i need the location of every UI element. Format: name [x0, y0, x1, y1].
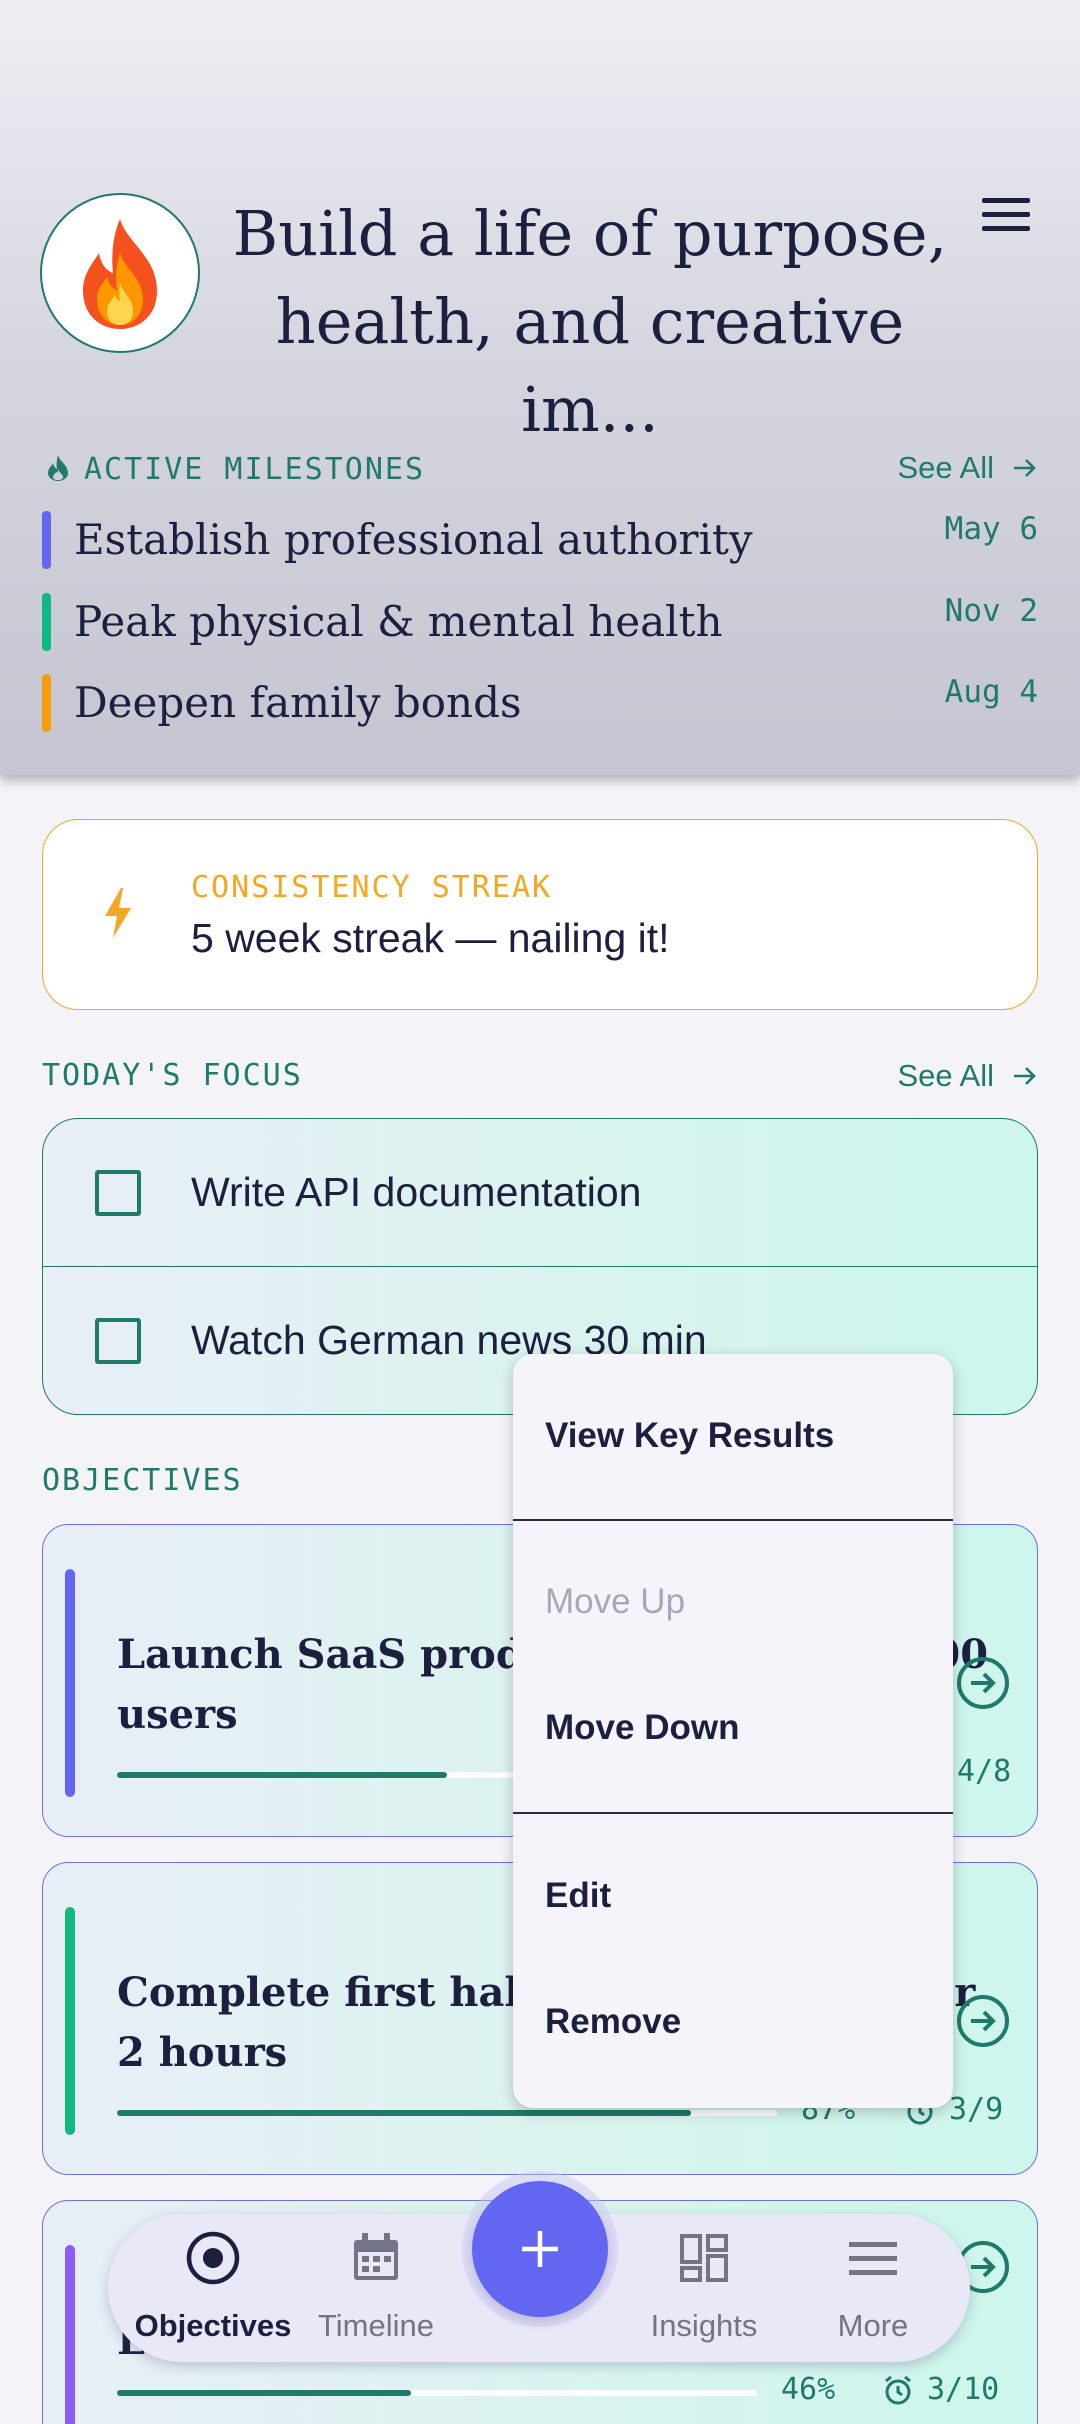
nav-label: Insights [650, 2308, 758, 2343]
menu-button[interactable] [978, 193, 1034, 237]
menu-item-move-down[interactable]: Move Down [545, 1708, 739, 1748]
milestone-color-bar [42, 511, 51, 569]
hamburger-menu-line [982, 226, 1030, 231]
flame-icon [48, 455, 68, 481]
milestone-item[interactable]: Establish professional authority May 6 [42, 511, 1038, 569]
nav-label: Objectives [134, 2308, 292, 2343]
milestones-title: ACTIVE MILESTONES [84, 452, 426, 487]
nav-label: Timeline [318, 2308, 434, 2343]
focus-section-title: TODAY'S FOCUS [42, 1058, 303, 1093]
menu-item-edit[interactable]: Edit [545, 1876, 611, 1916]
focus-item[interactable]: Write API documentation [43, 1119, 1037, 1267]
menu-item-move-up: Move Up [545, 1582, 686, 1621]
flame-emoji-icon [83, 219, 157, 329]
milestones-header: ACTIVE MILESTONES See All [42, 446, 1038, 490]
focus-item-text: Write API documentation [191, 1169, 642, 1215]
objective-progress-fill [117, 1772, 447, 1778]
see-all-label: See All [897, 450, 994, 485]
arrow-right-icon [1014, 459, 1036, 477]
milestone-name: Peak physical & mental health [74, 597, 723, 646]
dashboard-icon [680, 2234, 728, 2282]
menu-item-remove[interactable]: Remove [545, 2002, 681, 2042]
milestones-see-all[interactable]: See All [878, 446, 1038, 490]
milestone-item[interactable]: Peak physical & mental health Nov 2 [42, 593, 1038, 651]
arrow-right-icon [1014, 1067, 1036, 1085]
vision-title: Build a life of purpose, health, and cre… [232, 197, 948, 446]
nav-item-timeline[interactable]: Timeline [291, 2214, 461, 2362]
objective-color-bar [65, 1569, 75, 1797]
milestone-date: Nov 2 [944, 593, 1038, 629]
menu-item-view-key-results[interactable]: View Key Results [545, 1416, 834, 1456]
nav-item-objectives[interactable]: Objectives [128, 2214, 298, 2362]
calendar-icon [354, 2233, 398, 2280]
focus-see-all[interactable]: See All [878, 1054, 1038, 1098]
objective-progress-fill [117, 2390, 412, 2396]
target-icon [186, 2231, 240, 2285]
milestone-item[interactable]: Deepen family bonds Aug 4 [42, 674, 1038, 732]
menu-divider [513, 1812, 953, 1814]
hamburger-menu-icon [982, 198, 1030, 203]
menu-divider [513, 1519, 953, 1521]
objective-color-bar [65, 2245, 75, 2424]
objective-key-results-count: 3/10 [927, 2372, 1000, 2407]
objective-progress-bar [117, 2390, 757, 2396]
objectives-section-title: OBJECTIVES [42, 1463, 243, 1498]
streak-card[interactable]: CONSISTENCY STREAK 5 week streak — naili… [42, 819, 1038, 1010]
objective-key-results-count: 3/9 [949, 2092, 1004, 2127]
focus-checkbox[interactable] [95, 1318, 141, 1364]
hamburger-menu-line [982, 212, 1030, 217]
streak-label: CONSISTENCY STREAK [191, 870, 553, 905]
milestone-color-bar [42, 674, 51, 732]
objective-progress-bar [117, 2110, 777, 2116]
menu-lines-icon [849, 2242, 897, 2275]
milestone-date: May 6 [944, 511, 1038, 547]
nav-label: More [837, 2308, 909, 2343]
plus-icon [522, 2231, 558, 2267]
objective-color-bar [65, 1907, 75, 2135]
focus-checkbox[interactable] [95, 1170, 141, 1216]
streak-text: 5 week streak — nailing it! [191, 915, 670, 961]
milestone-name: Deepen family bonds [74, 678, 522, 727]
milestone-date: Aug 4 [944, 674, 1038, 710]
lightning-bolt-icon [105, 888, 131, 938]
see-all-label: See All [897, 1058, 994, 1093]
arrow-circle-right-icon[interactable] [955, 1655, 1011, 1711]
nav-item-insights[interactable]: Insights [619, 2214, 789, 2362]
alarm-clock-icon [885, 2375, 911, 2405]
objective-progress-percent: 46% [781, 2372, 836, 2407]
vision-header: Build a life of purpose, health, and cre… [0, 0, 1080, 775]
arrow-circle-right-icon[interactable] [955, 1993, 1011, 2049]
avatar[interactable] [40, 193, 200, 353]
objective-key-results-count: 4/8 [957, 1754, 1012, 1789]
milestone-color-bar [42, 593, 51, 651]
objective-context-menu: View Key Results Move Up Move Down Edit … [513, 1354, 953, 2108]
add-objective-button[interactable] [472, 2181, 608, 2317]
objective-progress-fill [117, 2110, 692, 2116]
milestone-name: Establish professional authority [74, 515, 753, 564]
nav-item-more[interactable]: More [788, 2214, 958, 2362]
